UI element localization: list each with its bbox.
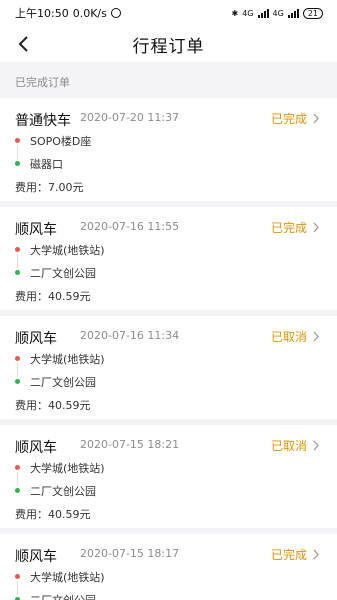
order-fee: 费用：7.00元: [15, 181, 84, 194]
section-header: 已完成订单: [0, 68, 337, 98]
order-status: 已取消: [270, 330, 307, 344]
order-card[interactable]: 顺风车 2020-07-16 11:55 已完成 大学城(地铁站) 二厂文创公园…: [0, 207, 337, 310]
order-type: 顺风车: [15, 222, 57, 238]
order-time: 2020-07-15 18:17: [80, 547, 180, 560]
order-type: 顺风车: [15, 331, 57, 347]
battery-icon: 21: [302, 7, 323, 19]
network-type-2: 4G: [272, 8, 284, 18]
order-fee: 费用：40.59元: [15, 399, 91, 412]
end-point-icon: [15, 488, 20, 493]
order-status: 已取消: [270, 439, 307, 453]
navigation-bar: 行程订单: [0, 26, 337, 62]
route-line: [17, 581, 18, 595]
page-title: 行程订单: [132, 36, 205, 57]
start-address: 大学城(地铁站): [30, 353, 105, 366]
order-status: 已完成: [270, 221, 307, 235]
bluetooth-icon: ✱: [231, 8, 239, 18]
start-point-icon: [15, 138, 20, 143]
chevron-right-icon: [313, 549, 319, 560]
order-card[interactable]: 顺风车 2020-07-16 11:34 已取消 大学城(地铁站) 二厂文创公园…: [0, 316, 337, 419]
order-card[interactable]: 普通快车 2020-07-20 11:37 已完成 SOPO楼D座 磁器口 费用…: [0, 98, 337, 201]
order-time: 2020-07-15 18:21: [80, 438, 180, 451]
route-line: [17, 472, 18, 486]
start-point-icon: [15, 356, 20, 361]
order-time: 2020-07-20 11:37: [80, 111, 180, 124]
end-address: 磁器口: [30, 158, 63, 171]
route-line: [17, 145, 18, 159]
start-point-icon: [15, 574, 20, 579]
order-type: 普通快车: [15, 113, 71, 129]
order-fee: 费用：40.59元: [15, 290, 91, 303]
route-line: [17, 363, 18, 377]
chevron-right-icon: [313, 222, 319, 233]
end-point-icon: [15, 161, 20, 166]
order-status: 已完成: [270, 548, 307, 562]
end-point-icon: [15, 270, 20, 275]
order-time: 2020-07-16 11:55: [80, 220, 180, 233]
back-arrow-icon[interactable]: [14, 34, 34, 54]
status-bar: 上午10:50 0.0K/s ✱ 4G 4G 21: [0, 0, 337, 26]
end-point-icon: [15, 379, 20, 384]
end-address: 二厂文创公园: [30, 267, 96, 280]
network-speed: 0.0K/s: [72, 6, 107, 20]
start-address: 大学城(地铁站): [30, 244, 105, 257]
network-type-1: 4G: [242, 8, 254, 18]
order-time: 2020-07-16 11:34: [80, 329, 180, 342]
order-status: 已完成: [270, 112, 307, 126]
signal-icon: [257, 8, 269, 18]
chevron-right-icon: [313, 440, 319, 451]
end-address: 二厂文创公园: [30, 485, 96, 498]
order-fee: 费用：40.59元: [15, 508, 91, 521]
alarm-icon: [110, 8, 121, 18]
order-card[interactable]: 顺风车 2020-07-15 18:21 已取消 大学城(地铁站) 二厂文创公园…: [0, 425, 337, 528]
start-address: SOPO楼D座: [30, 135, 92, 148]
start-address: 大学城(地铁站): [30, 571, 105, 584]
chevron-right-icon: [313, 331, 319, 342]
route-line: [17, 254, 18, 268]
order-card[interactable]: 顺风车 2020-07-15 18:17 已完成 大学城(地铁站) 二厂文创公园: [0, 534, 337, 600]
signal-icon-2: [287, 8, 299, 18]
end-address: 二厂文创公园: [30, 592, 96, 600]
start-point-icon: [15, 465, 20, 470]
start-address: 大学城(地铁站): [30, 462, 105, 475]
end-address: 二厂文创公园: [30, 376, 96, 389]
start-point-icon: [15, 247, 20, 252]
clock: 上午10:50: [15, 7, 69, 20]
order-type: 顺风车: [15, 549, 57, 565]
order-type: 顺风车: [15, 440, 57, 456]
chevron-right-icon: [313, 113, 319, 124]
